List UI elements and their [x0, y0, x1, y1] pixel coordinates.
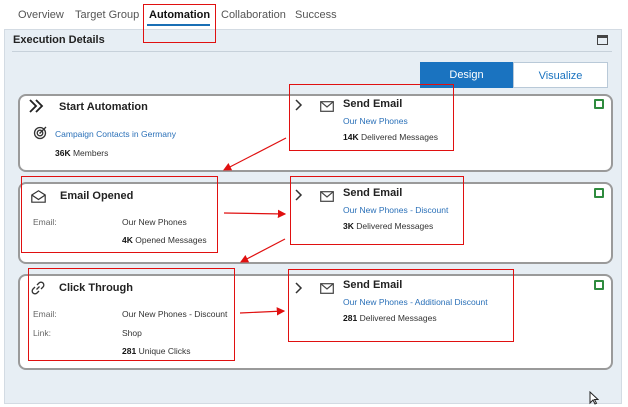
- envelope-icon: [320, 101, 334, 112]
- field-label: Link:: [33, 328, 51, 338]
- stat-value: 3K: [343, 221, 354, 231]
- action-title: Send Email: [343, 98, 403, 110]
- design-toggle-button[interactable]: Design: [420, 62, 513, 88]
- action-stat: 3K Delivered Messages: [343, 221, 433, 231]
- stat-value: 281: [122, 346, 137, 356]
- row-checkbox[interactable]: [594, 280, 604, 290]
- action-stat: 14K Delivered Messages: [343, 132, 438, 142]
- envelope-icon: [320, 283, 334, 294]
- trigger-stat: 4K Opened Messages: [122, 235, 207, 245]
- trigger-title: Start Automation: [59, 101, 148, 113]
- tab-target-group[interactable]: Target Group: [75, 9, 139, 21]
- action-link[interactable]: Our New Phones - Discount: [343, 205, 448, 215]
- action-stat: 281 Delivered Messages: [343, 313, 437, 323]
- stat-value: 36K: [55, 148, 71, 158]
- envelope-open-icon: [31, 190, 46, 203]
- stat-label: Delivered Messages: [359, 313, 437, 323]
- action-link[interactable]: Our New Phones: [343, 116, 408, 126]
- stat-value: 281: [343, 313, 358, 323]
- mouse-cursor-icon: [589, 391, 599, 405]
- active-tab-indicator: [147, 24, 210, 26]
- trigger-stat: 281 Unique Clicks: [122, 346, 191, 356]
- field-label: Email:: [33, 309, 57, 319]
- action-link[interactable]: Our New Phones - Additional Discount: [343, 297, 488, 307]
- stat-label: Unique Clicks: [138, 346, 191, 356]
- row-checkbox[interactable]: [594, 99, 604, 109]
- tab-collaboration[interactable]: Collaboration: [221, 9, 286, 21]
- action-title: Send Email: [343, 187, 403, 199]
- stat-label: Opened Messages: [135, 235, 207, 245]
- target-icon: [33, 126, 47, 140]
- stat-label: Members: [72, 148, 109, 158]
- chevron-right-icon[interactable]: [295, 282, 303, 294]
- trigger-stat: 36K Members: [55, 148, 108, 158]
- envelope-icon: [320, 191, 334, 202]
- stat-value: 14K: [343, 132, 359, 142]
- action-title: Send Email: [343, 279, 403, 291]
- stat-value: 4K: [122, 235, 133, 245]
- field-value: Shop: [122, 328, 142, 338]
- trigger-link[interactable]: Campaign Contacts in Germany: [55, 129, 176, 139]
- panel-title: Execution Details: [13, 34, 105, 46]
- chevron-right-icon[interactable]: [295, 189, 303, 201]
- field-label: Email:: [33, 217, 57, 227]
- link-icon: [31, 281, 45, 295]
- tab-overview[interactable]: Overview: [18, 9, 64, 21]
- maximize-icon[interactable]: [597, 35, 608, 45]
- stat-label: Delivered Messages: [356, 221, 434, 231]
- trigger-title: Click Through: [59, 282, 133, 294]
- panel-header-divider: [12, 51, 612, 52]
- field-value: Our New Phones: [122, 217, 187, 227]
- visualize-toggle-button[interactable]: Visualize: [513, 62, 608, 88]
- tab-success[interactable]: Success: [295, 9, 337, 21]
- tab-automation[interactable]: Automation: [149, 9, 210, 21]
- fast-forward-icon: [29, 99, 44, 113]
- field-value: Our New Phones - Discount: [122, 309, 228, 319]
- stat-label: Delivered Messages: [360, 132, 438, 142]
- chevron-right-icon[interactable]: [295, 99, 303, 111]
- row-checkbox[interactable]: [594, 188, 604, 198]
- tab-bar: Overview Target Group Automation Collabo…: [0, 0, 628, 30]
- trigger-title: Email Opened: [60, 190, 134, 202]
